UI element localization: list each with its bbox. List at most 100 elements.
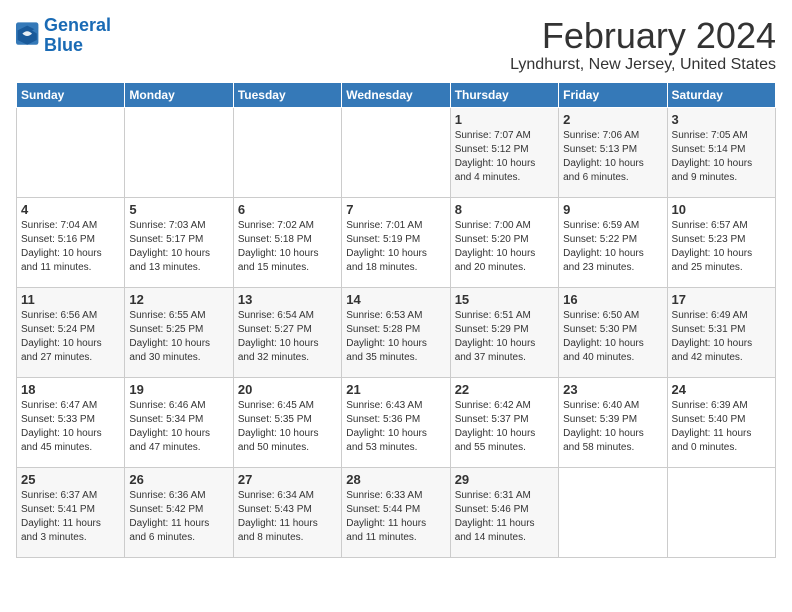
calendar-cell bbox=[233, 107, 341, 197]
calendar-cell: 12 Sunrise: 6:55 AM Sunset: 5:25 PM Dayli… bbox=[125, 287, 233, 377]
month-title: February 2024 bbox=[510, 16, 776, 56]
day-detail: Sunrise: 6:42 AM Sunset: 5:37 PM Dayligh… bbox=[455, 399, 554, 455]
day-number: 9 bbox=[563, 202, 662, 217]
calendar-cell: 10Sunrise: 6:57 AM Sunset: 5:23 PM Dayli… bbox=[667, 197, 775, 287]
calendar-table: SundayMondayTuesdayWednesdayThursdayFrid… bbox=[16, 82, 776, 558]
day-number: 5 bbox=[129, 202, 228, 217]
day-number: 7 bbox=[346, 202, 445, 217]
day-detail: Sunrise: 7:05 AM Sunset: 5:14 PM Dayligh… bbox=[672, 129, 771, 185]
day-detail: Sunrise: 6:51 AM Sunset: 5:29 PM Dayligh… bbox=[455, 309, 554, 365]
day-detail: Sunrise: 7:07 AM Sunset: 5:12 PM Dayligh… bbox=[455, 129, 554, 185]
day-number: 16 bbox=[563, 292, 662, 307]
day-detail: Sunrise: 6:45 AM Sunset: 5:35 PM Dayligh… bbox=[238, 399, 337, 455]
day-number: 14 bbox=[346, 292, 445, 307]
day-number: 26 bbox=[129, 472, 228, 487]
calendar-cell: 17 Sunrise: 6:49 AM Sunset: 5:31 PM Dayli… bbox=[667, 287, 775, 377]
day-detail: Sunrise: 6:55 AM Sunset: 5:25 PM Dayligh… bbox=[129, 309, 228, 365]
day-detail: Sunrise: 7:00 AM Sunset: 5:20 PM Dayligh… bbox=[455, 219, 554, 275]
calendar-cell: 25 Sunrise: 6:37 AM Sunset: 5:41 PM Dayli… bbox=[17, 467, 125, 557]
calendar-cell bbox=[17, 107, 125, 197]
day-number: 12 bbox=[129, 292, 228, 307]
calendar-cell: 1 Sunrise: 7:07 AM Sunset: 5:12 PM Daylig… bbox=[450, 107, 558, 197]
day-header-wednesday: Wednesday bbox=[342, 82, 450, 107]
calendar-cell: 6Sunrise: 7:02 AM Sunset: 5:18 PM Daylig… bbox=[233, 197, 341, 287]
day-number: 8 bbox=[455, 202, 554, 217]
day-detail: Sunrise: 6:40 AM Sunset: 5:39 PM Dayligh… bbox=[563, 399, 662, 455]
calendar-cell: 19 Sunrise: 6:46 AM Sunset: 5:34 PM Dayli… bbox=[125, 377, 233, 467]
day-detail: Sunrise: 6:43 AM Sunset: 5:36 PM Dayligh… bbox=[346, 399, 445, 455]
calendar-cell bbox=[125, 107, 233, 197]
day-detail: Sunrise: 6:59 AM Sunset: 5:22 PM Dayligh… bbox=[563, 219, 662, 275]
day-number: 28 bbox=[346, 472, 445, 487]
day-detail: Sunrise: 6:49 AM Sunset: 5:31 PM Dayligh… bbox=[672, 309, 771, 365]
day-number: 10 bbox=[672, 202, 771, 217]
day-number: 20 bbox=[238, 382, 337, 397]
day-header-tuesday: Tuesday bbox=[233, 82, 341, 107]
calendar-cell bbox=[559, 467, 667, 557]
calendar-cell: 22Sunrise: 6:42 AM Sunset: 5:37 PM Dayli… bbox=[450, 377, 558, 467]
calendar-cell bbox=[667, 467, 775, 557]
calendar-week-row: 4 Sunrise: 7:04 AM Sunset: 5:16 PM Daylig… bbox=[17, 197, 776, 287]
calendar-cell: 16 Sunrise: 6:50 AM Sunset: 5:30 PM Dayli… bbox=[559, 287, 667, 377]
day-detail: Sunrise: 6:36 AM Sunset: 5:42 PM Dayligh… bbox=[129, 489, 228, 545]
title-block: February 2024 Lyndhurst, New Jersey, Uni… bbox=[510, 16, 776, 74]
page-header: General Blue February 2024 Lyndhurst, Ne… bbox=[16, 16, 776, 74]
calendar-cell: 11 Sunrise: 6:56 AM Sunset: 5:24 PM Dayli… bbox=[17, 287, 125, 377]
calendar-cell: 15 Sunrise: 6:51 AM Sunset: 5:29 PM Dayli… bbox=[450, 287, 558, 377]
calendar-cell: 27 Sunrise: 6:34 AM Sunset: 5:43 PM Dayli… bbox=[233, 467, 341, 557]
day-detail: Sunrise: 7:06 AM Sunset: 5:13 PM Dayligh… bbox=[563, 129, 662, 185]
day-number: 17 bbox=[672, 292, 771, 307]
day-number: 29 bbox=[455, 472, 554, 487]
day-number: 23 bbox=[563, 382, 662, 397]
day-detail: Sunrise: 6:47 AM Sunset: 5:33 PM Dayligh… bbox=[21, 399, 120, 455]
day-header-thursday: Thursday bbox=[450, 82, 558, 107]
day-number: 13 bbox=[238, 292, 337, 307]
day-number: 4 bbox=[21, 202, 120, 217]
day-number: 19 bbox=[129, 382, 228, 397]
day-header-monday: Monday bbox=[125, 82, 233, 107]
day-detail: Sunrise: 6:37 AM Sunset: 5:41 PM Dayligh… bbox=[21, 489, 120, 545]
calendar-week-row: 18 Sunrise: 6:47 AM Sunset: 5:33 PM Dayli… bbox=[17, 377, 776, 467]
calendar-week-row: 1 Sunrise: 7:07 AM Sunset: 5:12 PM Daylig… bbox=[17, 107, 776, 197]
day-detail: Sunrise: 6:33 AM Sunset: 5:44 PM Dayligh… bbox=[346, 489, 445, 545]
day-number: 18 bbox=[21, 382, 120, 397]
day-detail: Sunrise: 6:31 AM Sunset: 5:46 PM Dayligh… bbox=[455, 489, 554, 545]
day-detail: Sunrise: 7:03 AM Sunset: 5:17 PM Dayligh… bbox=[129, 219, 228, 275]
calendar-week-row: 25 Sunrise: 6:37 AM Sunset: 5:41 PM Dayli… bbox=[17, 467, 776, 557]
day-detail: Sunrise: 7:04 AM Sunset: 5:16 PM Dayligh… bbox=[21, 219, 120, 275]
day-number: 21 bbox=[346, 382, 445, 397]
calendar-cell: 8 Sunrise: 7:00 AM Sunset: 5:20 PM Daylig… bbox=[450, 197, 558, 287]
day-detail: Sunrise: 6:39 AM Sunset: 5:40 PM Dayligh… bbox=[672, 399, 771, 455]
calendar-cell: 26 Sunrise: 6:36 AM Sunset: 5:42 PM Dayli… bbox=[125, 467, 233, 557]
calendar-week-row: 11 Sunrise: 6:56 AM Sunset: 5:24 PM Dayli… bbox=[17, 287, 776, 377]
day-detail: Sunrise: 6:56 AM Sunset: 5:24 PM Dayligh… bbox=[21, 309, 120, 365]
calendar-cell: 9 Sunrise: 6:59 AM Sunset: 5:22 PM Daylig… bbox=[559, 197, 667, 287]
calendar-cell: 5 Sunrise: 7:03 AM Sunset: 5:17 PM Daylig… bbox=[125, 197, 233, 287]
day-number: 27 bbox=[238, 472, 337, 487]
calendar-cell: 3 Sunrise: 7:05 AM Sunset: 5:14 PM Daylig… bbox=[667, 107, 775, 197]
calendar-cell: 21 Sunrise: 6:43 AM Sunset: 5:36 PM Dayli… bbox=[342, 377, 450, 467]
day-detail: Sunrise: 7:01 AM Sunset: 5:19 PM Dayligh… bbox=[346, 219, 445, 275]
day-number: 25 bbox=[21, 472, 120, 487]
calendar-cell: 18 Sunrise: 6:47 AM Sunset: 5:33 PM Dayli… bbox=[17, 377, 125, 467]
day-detail: Sunrise: 6:50 AM Sunset: 5:30 PM Dayligh… bbox=[563, 309, 662, 365]
calendar-cell: 24 Sunrise: 6:39 AM Sunset: 5:40 PM Dayli… bbox=[667, 377, 775, 467]
day-number: 6 bbox=[238, 202, 337, 217]
calendar-cell: 2Sunrise: 7:06 AM Sunset: 5:13 PM Daylig… bbox=[559, 107, 667, 197]
day-number: 24 bbox=[672, 382, 771, 397]
day-number: 11 bbox=[21, 292, 120, 307]
day-number: 3 bbox=[672, 112, 771, 127]
logo-text: General Blue bbox=[44, 16, 111, 56]
day-header-saturday: Saturday bbox=[667, 82, 775, 107]
calendar-cell: 29 Sunrise: 6:31 AM Sunset: 5:46 PM Dayli… bbox=[450, 467, 558, 557]
day-detail: Sunrise: 6:54 AM Sunset: 5:27 PM Dayligh… bbox=[238, 309, 337, 365]
day-number: 15 bbox=[455, 292, 554, 307]
day-number: 1 bbox=[455, 112, 554, 127]
calendar-cell: 13 Sunrise: 6:54 AM Sunset: 5:27 PM Dayli… bbox=[233, 287, 341, 377]
day-detail: Sunrise: 6:46 AM Sunset: 5:34 PM Dayligh… bbox=[129, 399, 228, 455]
calendar-cell: 20 Sunrise: 6:45 AM Sunset: 5:35 PM Dayli… bbox=[233, 377, 341, 467]
location-title: Lyndhurst, New Jersey, United States bbox=[510, 56, 776, 74]
day-header-sunday: Sunday bbox=[17, 82, 125, 107]
calendar-cell: 28 Sunrise: 6:33 AM Sunset: 5:44 PM Dayli… bbox=[342, 467, 450, 557]
day-detail: Sunrise: 6:34 AM Sunset: 5:43 PM Dayligh… bbox=[238, 489, 337, 545]
